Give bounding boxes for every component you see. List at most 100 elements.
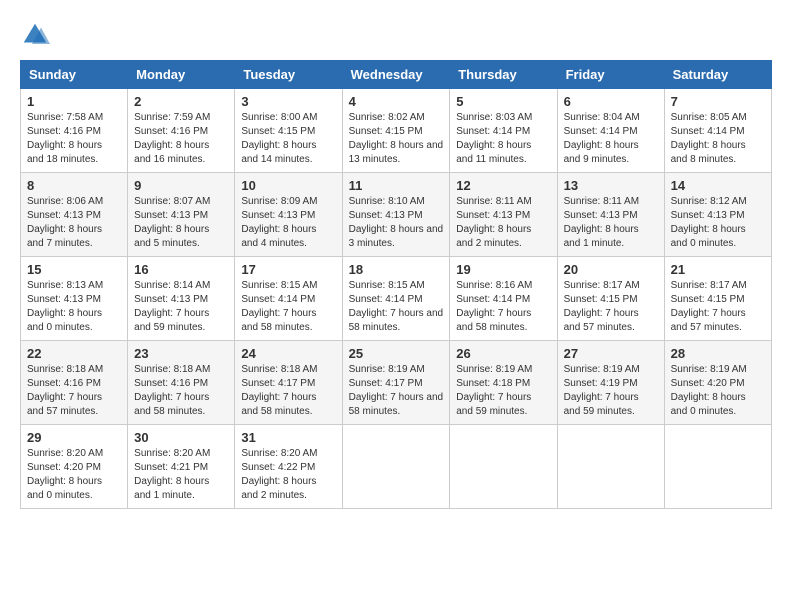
day-info: Sunrise: 8:03 AM Sunset: 4:14 PM Dayligh…: [456, 111, 550, 167]
day-info: Sunrise: 8:14 AM Sunset: 4:13 PM Dayligh…: [134, 279, 228, 335]
calendar-cell: [450, 425, 557, 509]
calendar-cell: 27 Sunrise: 8:19 AM Sunset: 4:19 PM Dayl…: [557, 341, 664, 425]
calendar-cell: 21 Sunrise: 8:17 AM Sunset: 4:15 PM Dayl…: [664, 257, 771, 341]
day-number: 17: [241, 262, 335, 277]
calendar-cell: 3 Sunrise: 8:00 AM Sunset: 4:15 PM Dayli…: [235, 89, 342, 173]
day-info: Sunrise: 7:59 AM Sunset: 4:16 PM Dayligh…: [134, 111, 228, 167]
day-info: Sunrise: 8:11 AM Sunset: 4:13 PM Dayligh…: [564, 195, 658, 251]
day-info: Sunrise: 8:20 AM Sunset: 4:22 PM Dayligh…: [241, 447, 335, 503]
calendar-cell: 18 Sunrise: 8:15 AM Sunset: 4:14 PM Dayl…: [342, 257, 450, 341]
day-info: Sunrise: 8:19 AM Sunset: 4:20 PM Dayligh…: [671, 363, 765, 419]
day-number: 23: [134, 346, 228, 361]
day-number: 6: [564, 94, 658, 109]
logo: [20, 20, 54, 50]
day-number: 15: [27, 262, 121, 277]
day-info: Sunrise: 8:12 AM Sunset: 4:13 PM Dayligh…: [671, 195, 765, 251]
calendar-cell: [664, 425, 771, 509]
day-number: 10: [241, 178, 335, 193]
logo-icon: [20, 20, 50, 50]
day-number: 11: [349, 178, 444, 193]
day-info: Sunrise: 8:19 AM Sunset: 4:17 PM Dayligh…: [349, 363, 444, 419]
calendar-cell: [342, 425, 450, 509]
day-info: Sunrise: 8:15 AM Sunset: 4:14 PM Dayligh…: [349, 279, 444, 335]
calendar-cell: 1 Sunrise: 7:58 AM Sunset: 4:16 PM Dayli…: [21, 89, 128, 173]
calendar-cell: 28 Sunrise: 8:19 AM Sunset: 4:20 PM Dayl…: [664, 341, 771, 425]
calendar-cell: 16 Sunrise: 8:14 AM Sunset: 4:13 PM Dayl…: [128, 257, 235, 341]
day-number: 16: [134, 262, 228, 277]
day-number: 5: [456, 94, 550, 109]
day-info: Sunrise: 8:15 AM Sunset: 4:14 PM Dayligh…: [241, 279, 335, 335]
day-number: 2: [134, 94, 228, 109]
day-header-thursday: Thursday: [450, 61, 557, 89]
calendar-cell: 29 Sunrise: 8:20 AM Sunset: 4:20 PM Dayl…: [21, 425, 128, 509]
calendar-cell: 11 Sunrise: 8:10 AM Sunset: 4:13 PM Dayl…: [342, 173, 450, 257]
day-info: Sunrise: 8:13 AM Sunset: 4:13 PM Dayligh…: [27, 279, 121, 335]
calendar-cell: 5 Sunrise: 8:03 AM Sunset: 4:14 PM Dayli…: [450, 89, 557, 173]
calendar-cell: 30 Sunrise: 8:20 AM Sunset: 4:21 PM Dayl…: [128, 425, 235, 509]
day-info: Sunrise: 8:02 AM Sunset: 4:15 PM Dayligh…: [349, 111, 444, 167]
day-number: 28: [671, 346, 765, 361]
calendar-cell: 19 Sunrise: 8:16 AM Sunset: 4:14 PM Dayl…: [450, 257, 557, 341]
day-number: 7: [671, 94, 765, 109]
day-number: 14: [671, 178, 765, 193]
day-number: 24: [241, 346, 335, 361]
calendar-week-row: 29 Sunrise: 8:20 AM Sunset: 4:20 PM Dayl…: [21, 425, 772, 509]
day-header-sunday: Sunday: [21, 61, 128, 89]
day-number: 18: [349, 262, 444, 277]
calendar-cell: 13 Sunrise: 8:11 AM Sunset: 4:13 PM Dayl…: [557, 173, 664, 257]
day-info: Sunrise: 8:19 AM Sunset: 4:18 PM Dayligh…: [456, 363, 550, 419]
day-number: 22: [27, 346, 121, 361]
calendar-cell: 23 Sunrise: 8:18 AM Sunset: 4:16 PM Dayl…: [128, 341, 235, 425]
day-number: 31: [241, 430, 335, 445]
day-info: Sunrise: 8:00 AM Sunset: 4:15 PM Dayligh…: [241, 111, 335, 167]
day-number: 29: [27, 430, 121, 445]
calendar-week-row: 15 Sunrise: 8:13 AM Sunset: 4:13 PM Dayl…: [21, 257, 772, 341]
day-info: Sunrise: 8:17 AM Sunset: 4:15 PM Dayligh…: [564, 279, 658, 335]
day-info: Sunrise: 8:20 AM Sunset: 4:20 PM Dayligh…: [27, 447, 121, 503]
day-info: Sunrise: 8:20 AM Sunset: 4:21 PM Dayligh…: [134, 447, 228, 503]
calendar-cell: 12 Sunrise: 8:11 AM Sunset: 4:13 PM Dayl…: [450, 173, 557, 257]
calendar-cell: 2 Sunrise: 7:59 AM Sunset: 4:16 PM Dayli…: [128, 89, 235, 173]
calendar-cell: 17 Sunrise: 8:15 AM Sunset: 4:14 PM Dayl…: [235, 257, 342, 341]
day-info: Sunrise: 8:10 AM Sunset: 4:13 PM Dayligh…: [349, 195, 444, 251]
calendar-cell: 10 Sunrise: 8:09 AM Sunset: 4:13 PM Dayl…: [235, 173, 342, 257]
day-info: Sunrise: 8:18 AM Sunset: 4:16 PM Dayligh…: [27, 363, 121, 419]
day-info: Sunrise: 8:17 AM Sunset: 4:15 PM Dayligh…: [671, 279, 765, 335]
day-number: 26: [456, 346, 550, 361]
day-number: 8: [27, 178, 121, 193]
day-header-saturday: Saturday: [664, 61, 771, 89]
calendar-cell: 31 Sunrise: 8:20 AM Sunset: 4:22 PM Dayl…: [235, 425, 342, 509]
day-info: Sunrise: 8:11 AM Sunset: 4:13 PM Dayligh…: [456, 195, 550, 251]
day-number: 12: [456, 178, 550, 193]
day-number: 21: [671, 262, 765, 277]
day-header-monday: Monday: [128, 61, 235, 89]
day-info: Sunrise: 8:19 AM Sunset: 4:19 PM Dayligh…: [564, 363, 658, 419]
calendar-week-row: 22 Sunrise: 8:18 AM Sunset: 4:16 PM Dayl…: [21, 341, 772, 425]
day-info: Sunrise: 8:07 AM Sunset: 4:13 PM Dayligh…: [134, 195, 228, 251]
calendar-cell: 15 Sunrise: 8:13 AM Sunset: 4:13 PM Dayl…: [21, 257, 128, 341]
day-info: Sunrise: 8:05 AM Sunset: 4:14 PM Dayligh…: [671, 111, 765, 167]
day-number: 30: [134, 430, 228, 445]
day-number: 4: [349, 94, 444, 109]
calendar-cell: 24 Sunrise: 8:18 AM Sunset: 4:17 PM Dayl…: [235, 341, 342, 425]
day-info: Sunrise: 8:16 AM Sunset: 4:14 PM Dayligh…: [456, 279, 550, 335]
calendar-cell: 9 Sunrise: 8:07 AM Sunset: 4:13 PM Dayli…: [128, 173, 235, 257]
day-info: Sunrise: 8:18 AM Sunset: 4:16 PM Dayligh…: [134, 363, 228, 419]
day-info: Sunrise: 7:58 AM Sunset: 4:16 PM Dayligh…: [27, 111, 121, 167]
calendar-cell: 22 Sunrise: 8:18 AM Sunset: 4:16 PM Dayl…: [21, 341, 128, 425]
day-header-wednesday: Wednesday: [342, 61, 450, 89]
day-header-tuesday: Tuesday: [235, 61, 342, 89]
calendar-cell: 25 Sunrise: 8:19 AM Sunset: 4:17 PM Dayl…: [342, 341, 450, 425]
day-number: 20: [564, 262, 658, 277]
day-number: 1: [27, 94, 121, 109]
day-number: 25: [349, 346, 444, 361]
day-info: Sunrise: 8:06 AM Sunset: 4:13 PM Dayligh…: [27, 195, 121, 251]
day-info: Sunrise: 8:09 AM Sunset: 4:13 PM Dayligh…: [241, 195, 335, 251]
calendar-cell: 6 Sunrise: 8:04 AM Sunset: 4:14 PM Dayli…: [557, 89, 664, 173]
day-header-friday: Friday: [557, 61, 664, 89]
calendar-cell: 14 Sunrise: 8:12 AM Sunset: 4:13 PM Dayl…: [664, 173, 771, 257]
calendar-week-row: 1 Sunrise: 7:58 AM Sunset: 4:16 PM Dayli…: [21, 89, 772, 173]
day-number: 9: [134, 178, 228, 193]
day-number: 27: [564, 346, 658, 361]
day-number: 3: [241, 94, 335, 109]
